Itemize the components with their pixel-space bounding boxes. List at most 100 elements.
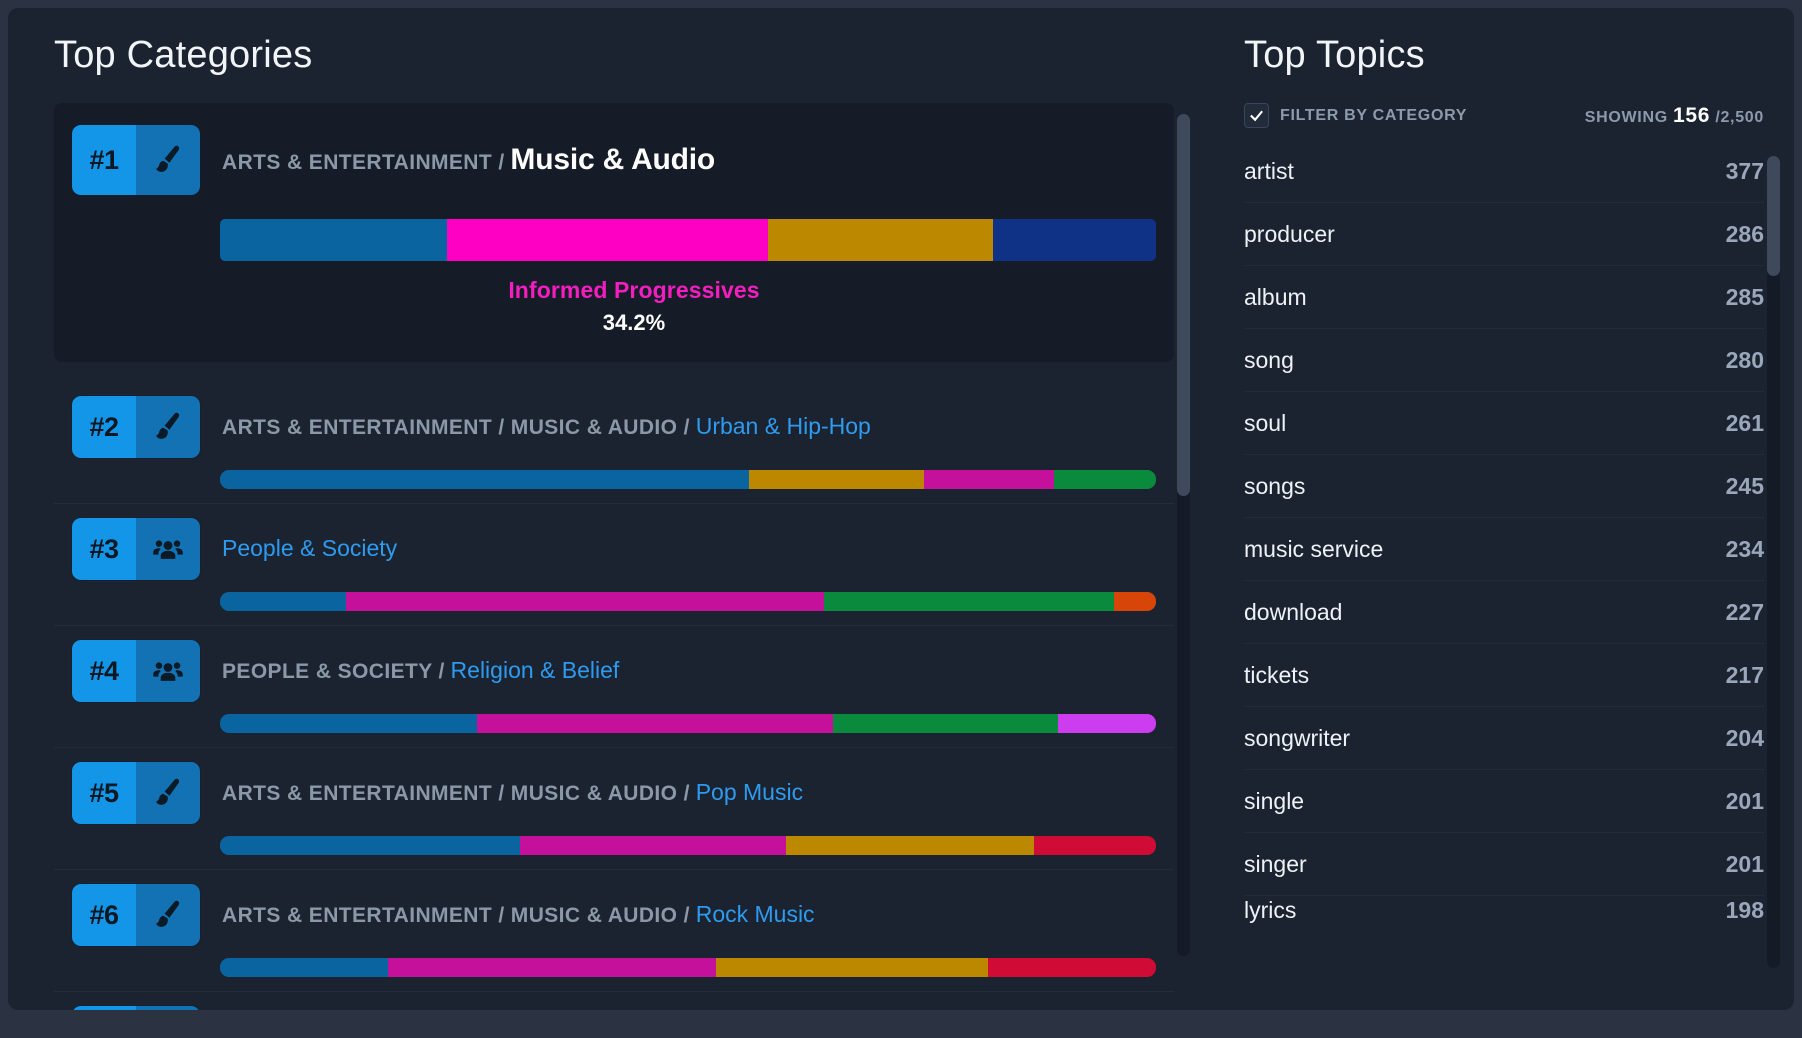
scrollbar-thumb[interactable] [1177, 114, 1190, 496]
topic-count: 201 [1725, 850, 1764, 877]
bar-segment-4[interactable] [1034, 836, 1156, 855]
segment-bar[interactable] [220, 470, 1156, 489]
app-root: Top Categories #1 ARTS & ENTERTAINMENT /… [0, 0, 1802, 1038]
bar-segment-2[interactable] [748, 470, 924, 489]
bar-segment-1[interactable] [220, 958, 389, 977]
topic-row[interactable]: download 227 [1244, 581, 1764, 644]
rank-badge[interactable]: #2 [72, 396, 200, 458]
showing-count: 156 [1673, 103, 1711, 127]
category-row[interactable]: #2 ARTS & ENTERTAINMENT / MUSIC & AUDIO /… [54, 382, 1174, 504]
bar-segment-2[interactable] [477, 714, 834, 733]
segment-bar-hero[interactable] [220, 219, 1156, 261]
topic-row[interactable]: soul 261 [1244, 392, 1764, 455]
topic-row[interactable]: songwriter 204 [1244, 707, 1764, 770]
segment-percent: 34.2% [602, 310, 666, 335]
category-row[interactable]: #7ARTS & ENTERTAINMENT / MUSIC & AUDIO /… [54, 992, 1174, 1010]
topic-count: 285 [1725, 283, 1764, 310]
category-row[interactable]: #6 ARTS & ENTERTAINMENT / MUSIC & AUDIO /… [54, 870, 1174, 992]
bar-segment-1[interactable] [220, 219, 448, 261]
bar-segment-1[interactable] [220, 592, 347, 611]
segment-bar[interactable] [220, 714, 1156, 733]
topic-row[interactable]: artist 377 [1244, 140, 1764, 203]
bar-segment-4[interactable] [1113, 592, 1156, 611]
segment-name: Informed Progressives [508, 277, 760, 303]
scrollbar-thumb[interactable] [1767, 156, 1780, 276]
topic-row[interactable]: lyrics 198 [1244, 896, 1764, 924]
topic-name: tickets [1244, 661, 1310, 688]
filter-label: FILTER BY CATEGORY [1280, 106, 1468, 124]
bar-segment-4[interactable] [1053, 470, 1156, 489]
topic-row[interactable]: tickets 217 [1244, 644, 1764, 707]
rank-number: #4 [72, 640, 136, 702]
category-row-header: #6 ARTS & ENTERTAINMENT / MUSIC & AUDIO /… [72, 884, 1156, 946]
rank-number: #7 [72, 1006, 136, 1010]
bar-segment-3[interactable] [923, 470, 1054, 489]
segment-bar[interactable] [220, 592, 1156, 611]
filter-by-category-toggle[interactable]: FILTER BY CATEGORY [1244, 103, 1467, 128]
bar-segment-1[interactable] [220, 714, 478, 733]
segment-bar[interactable] [220, 958, 1156, 977]
bar-segment-2[interactable] [388, 958, 717, 977]
bar-segment-1[interactable] [220, 836, 520, 855]
category-row[interactable]: #3 People & Society [54, 504, 1174, 626]
bar-segment-4[interactable] [987, 958, 1156, 977]
breadcrumb-leaf[interactable]: People & Society [222, 535, 397, 561]
bar-segment-1[interactable] [220, 470, 749, 489]
rank-badge[interactable]: #1 [72, 125, 200, 195]
breadcrumb-leaf[interactable]: Religion & Belief [451, 657, 620, 683]
segment-bar[interactable] [220, 836, 1156, 855]
category-row-list: #2 ARTS & ENTERTAINMENT / MUSIC & AUDIO /… [54, 382, 1216, 1010]
bar-segment-2[interactable] [519, 836, 787, 855]
topic-row[interactable]: album 285 [1244, 266, 1764, 329]
bar-segment-4[interactable] [993, 219, 1156, 261]
topic-row[interactable]: single 201 [1244, 770, 1764, 833]
rank-badge[interactable]: #4 [72, 640, 200, 702]
topic-name: single [1244, 787, 1305, 814]
bar-segment-3[interactable] [786, 836, 1035, 855]
breadcrumb: ARTS & ENTERTAINMENT / MUSIC & AUDIO / P… [222, 779, 803, 806]
breadcrumb-leaf[interactable]: Rock Music [696, 901, 815, 927]
bar-segment-3[interactable] [767, 219, 994, 261]
topic-count: 234 [1725, 535, 1764, 562]
bar-segment-3[interactable] [716, 958, 988, 977]
category-row[interactable]: #4 PEOPLE & SOCIETY / Religion & Belief [54, 626, 1174, 748]
breadcrumb: PEOPLE & SOCIETY / Religion & Belief [222, 657, 619, 684]
category-hero-card[interactable]: #1 ARTS & ENTERTAINMENT / Music & Audio … [54, 103, 1174, 362]
topics-scrollbar[interactable] [1767, 156, 1780, 968]
bar-segment-3[interactable] [823, 592, 1114, 611]
bar-segment-2[interactable] [346, 592, 824, 611]
topic-row[interactable]: song 280 [1244, 329, 1764, 392]
rank-number: #2 [72, 396, 136, 458]
paintbrush-icon [136, 396, 200, 458]
bar-segment-3[interactable] [833, 714, 1058, 733]
topic-row[interactable]: songs 245 [1244, 455, 1764, 518]
topic-name: download [1244, 598, 1343, 625]
breadcrumb-prefix: ARTS & ENTERTAINMENT / MUSIC & AUDIO / [222, 782, 690, 806]
bar-segment-2[interactable] [447, 219, 768, 261]
rank-badge[interactable]: #5 [72, 762, 200, 824]
paintbrush-icon [136, 125, 200, 195]
categories-scrollbar[interactable] [1177, 114, 1190, 956]
topic-name: songs [1244, 472, 1306, 499]
showing-counter: SHOWING 156 /2,500 [1585, 104, 1764, 128]
rank-badge[interactable]: #3 [72, 518, 200, 580]
showing-total: /2,500 [1715, 108, 1764, 126]
paintbrush-icon [136, 1006, 200, 1010]
people-icon [136, 640, 200, 702]
topic-row[interactable]: singer 201 [1244, 833, 1764, 896]
topic-count: 198 [1725, 896, 1764, 923]
breadcrumb-leaf[interactable]: Pop Music [696, 779, 803, 805]
rank-badge[interactable]: #7 [72, 1006, 200, 1010]
topic-count: 245 [1725, 472, 1764, 499]
rank-badge[interactable]: #6 [72, 884, 200, 946]
breadcrumb: ARTS & ENTERTAINMENT / Music & Audio [222, 143, 715, 178]
category-row[interactable]: #5 ARTS & ENTERTAINMENT / MUSIC & AUDIO /… [54, 748, 1174, 870]
checkbox-icon[interactable] [1244, 103, 1269, 128]
category-row-header: #7ARTS & ENTERTAINMENT / MUSIC & AUDIO /… [72, 1006, 1156, 1010]
topic-row[interactable]: music service 234 [1244, 518, 1764, 581]
topic-name: lyrics [1244, 896, 1297, 923]
topic-row[interactable]: producer 286 [1244, 203, 1764, 266]
showing-word: SHOWING [1584, 108, 1668, 126]
bar-segment-4[interactable] [1057, 714, 1156, 733]
breadcrumb-leaf[interactable]: Urban & Hip-Hop [696, 413, 871, 439]
